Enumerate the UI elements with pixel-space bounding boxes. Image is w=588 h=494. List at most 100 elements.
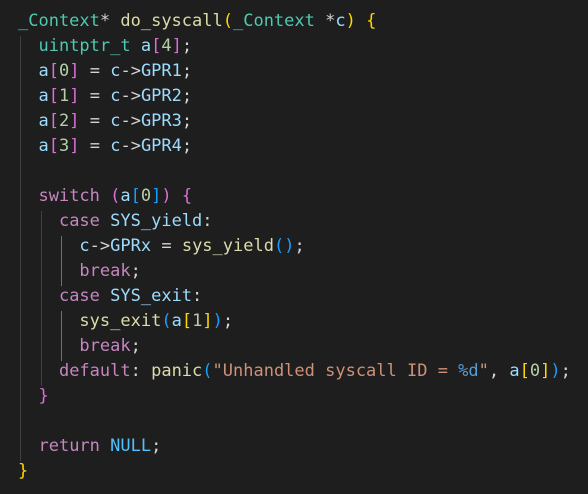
code-line[interactable]: sys_exit(a[1]);: [18, 309, 233, 334]
code-line[interactable]: }: [18, 459, 28, 484]
code-line[interactable]: return NULL;: [18, 434, 161, 459]
code-token: default: [58, 361, 131, 381]
code-line[interactable]: a[1] = c->GPR2;: [18, 84, 192, 109]
code-token: ]: [540, 361, 551, 381]
code-line[interactable]: case SYS_yield:: [18, 209, 213, 234]
code-token: c: [335, 11, 346, 31]
code-token: 0: [140, 186, 152, 206]
code-token: ]: [202, 311, 213, 331]
code-line[interactable]: uintptr_t a[4];: [18, 34, 192, 59]
code-token: sys_exit: [79, 311, 162, 331]
code-token: uintptr_t: [38, 36, 131, 56]
code-token: NULL: [110, 436, 152, 456]
code-token: ): [161, 186, 172, 206]
code-token: ;: [294, 236, 305, 256]
code-token: (: [161, 311, 172, 331]
code-token: a: [38, 61, 49, 81]
code-token: =: [79, 86, 111, 106]
code-token: SYS_yield: [110, 211, 203, 231]
code-token: }: [18, 461, 29, 481]
code-token: ): [550, 361, 561, 381]
code-token: ;: [181, 61, 193, 81]
code-token: [: [130, 186, 141, 206]
code-token: a: [140, 36, 152, 56]
code-token: GPRx: [110, 236, 152, 256]
code-token: a: [509, 361, 520, 381]
code-token: ]: [171, 36, 182, 56]
code-token: _Context: [232, 11, 315, 31]
code-line[interactable]: case SYS_exit:: [18, 284, 202, 309]
code-token: 1: [58, 86, 70, 106]
code-token: c: [110, 86, 121, 106]
code-token: ;: [151, 436, 162, 456]
code-line[interactable]: }: [18, 384, 48, 409]
code-token: =: [79, 136, 111, 156]
code-token: c: [110, 111, 121, 131]
code-token: 2: [58, 111, 70, 131]
code-token: return: [38, 436, 100, 456]
code-token: case: [58, 286, 100, 306]
code-token: ;: [181, 136, 193, 156]
code-token: ->: [120, 111, 141, 131]
code-token: (: [202, 361, 213, 381]
code-token: =: [79, 61, 111, 81]
code-token: =: [151, 236, 182, 256]
code-line[interactable]: break;: [18, 259, 140, 284]
code-token: {: [181, 186, 193, 206]
code-token: break: [79, 336, 131, 356]
code-token: SYS_exit: [110, 286, 193, 306]
code-token: ;: [181, 86, 193, 106]
code-token: 0: [58, 61, 70, 81]
code-line[interactable]: _Context* do_syscall(_Context *c) {: [18, 9, 376, 34]
code-line[interactable]: switch (a[0]) {: [18, 184, 192, 209]
code-editor[interactable]: _Context* do_syscall(_Context *c) { uint…: [0, 0, 588, 494]
code-token: _Context: [18, 11, 100, 31]
code-token: ->: [120, 136, 141, 156]
code-token: switch: [38, 186, 100, 206]
code-token: :: [192, 286, 203, 306]
code-token: ]: [69, 111, 80, 131]
code-line[interactable]: a[3] = c->GPR4;: [18, 134, 192, 159]
code-token: ;: [181, 36, 193, 56]
code-token: 3: [58, 136, 70, 156]
code-token: [: [48, 61, 59, 81]
code-token: "Unhandled syscall ID =: [212, 361, 459, 381]
code-token: {: [366, 11, 377, 31]
code-token: ,: [488, 361, 510, 381]
code-line[interactable]: break;: [18, 334, 140, 359]
code-token: a: [120, 186, 131, 206]
code-token: ": [478, 361, 489, 381]
code-line[interactable]: default: panic("Unhandled syscall ID = %…: [18, 359, 571, 384]
code-token: ]: [69, 61, 80, 81]
code-token: ->: [120, 86, 141, 106]
code-token: sys_yield: [181, 236, 274, 256]
code-token: :: [202, 211, 213, 231]
code-token: ]: [69, 136, 80, 156]
code-token: c: [79, 236, 90, 256]
code-token: (): [273, 236, 295, 256]
code-token: [: [48, 136, 59, 156]
code-line[interactable]: c->GPRx = sys_yield();: [18, 234, 305, 259]
code-line[interactable]: a[2] = c->GPR3;: [18, 109, 192, 134]
code-token: ->: [89, 236, 111, 256]
code-token: [: [181, 311, 193, 331]
code-token: a: [171, 311, 182, 331]
code-line[interactable]: a[0] = c->GPR1;: [18, 59, 192, 84]
code-token: case: [58, 211, 100, 231]
code-token: 4: [161, 36, 172, 56]
